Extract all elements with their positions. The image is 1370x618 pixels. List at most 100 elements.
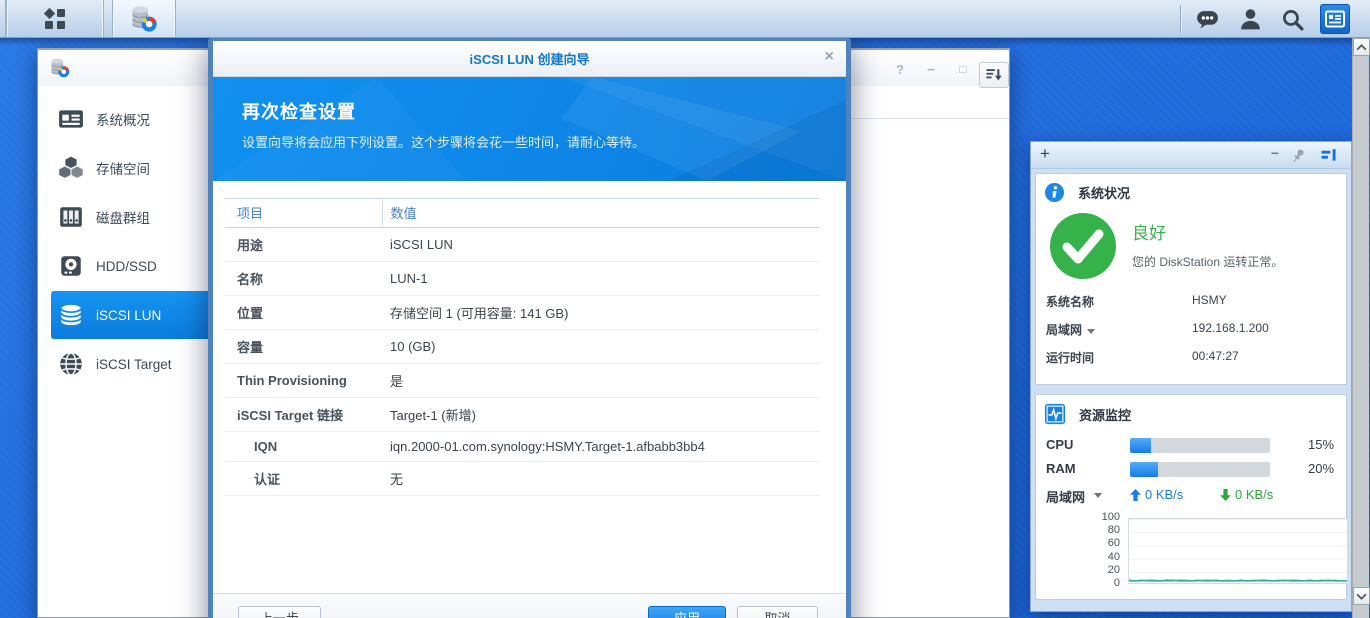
dropdown-caret-icon[interactable]: [1094, 493, 1102, 498]
chart-y-tick: 100: [1101, 511, 1120, 523]
taskbar: [0, 0, 1370, 38]
settings-table: 项目 数值 用途 iSCSI LUN 名称 LUN-1 位置 存储空间 1 (可…: [225, 198, 820, 496]
system-info-value: 00:47:27: [1192, 349, 1239, 363]
window-app-icon: [49, 57, 71, 79]
health-status-text: 良好: [1132, 224, 1166, 243]
settings-table-row[interactable]: 认证 无: [225, 461, 820, 496]
system-health-card: 系统状况 良好 您的 DiskStation 运转正常。 系统名称 HSMY 局…: [1035, 173, 1347, 385]
usage-meter-row: RAM 20%: [1046, 459, 1338, 483]
settings-table-row[interactable]: IQN iqn.2000-01.com.synology:HSMY.Target…: [225, 431, 820, 462]
dialog-title: iSCSI LUN 创建向导: [469, 52, 590, 67]
sidebar-item-label: iSCSI LUN: [96, 307, 162, 323]
settings-table-row[interactable]: 容量 10 (GB): [225, 329, 820, 364]
usage-meter-fill: [1130, 462, 1158, 477]
usage-meter-percent: 15%: [1308, 437, 1335, 452]
dsm-desktop: ? − □ × 系统概况 存储空间: [0, 0, 1370, 618]
chart-y-axis: 100 80 60 40 20 0: [1036, 511, 1120, 590]
sidebar-item-icon: [58, 204, 84, 230]
chat-icon: [1195, 7, 1220, 32]
sidebar-item[interactable]: iSCSI Target: [51, 340, 231, 388]
system-info-value: HSMY: [1192, 293, 1227, 307]
chevron-down-icon: [1356, 593, 1367, 600]
settings-table-row[interactable]: 用途 iSCSI LUN: [225, 227, 820, 262]
column-header-item[interactable]: 项目: [225, 198, 382, 228]
download-arrow-icon: [1220, 489, 1231, 501]
setting-item: 用途: [225, 227, 382, 262]
window-minimize-button[interactable]: −: [922, 63, 940, 76]
sort-icon: [984, 65, 1004, 85]
upload-arrow-icon: [1130, 489, 1141, 501]
lan-download-value: 0 KB/s: [1235, 487, 1274, 502]
setting-value: 存储空间 1 (可用容量: 141 GB): [382, 295, 820, 330]
window-maximize-button[interactable]: □: [954, 63, 972, 76]
dropdown-caret-icon[interactable]: [1087, 329, 1096, 334]
sidebar-item-label: 磁盘群组: [96, 211, 150, 226]
usage-meter-label: RAM: [1046, 461, 1076, 476]
dock-panel-icon[interactable]: [1320, 146, 1339, 165]
user-options-button[interactable]: [1234, 4, 1266, 34]
scroll-down-button[interactable]: [1353, 587, 1370, 605]
column-header-value[interactable]: 数值: [381, 198, 820, 228]
main-menu-button[interactable]: [6, 0, 104, 37]
system-health-title: 系统状况: [1078, 186, 1131, 201]
main-menu-grid-icon: [42, 6, 68, 32]
iscsi-lun-wizard-dialog: iSCSI LUN 创建向导 × 再次检查设置 设置向导将会应用下列设置。这个步…: [208, 38, 851, 618]
sidebar-item[interactable]: 磁盘群组: [51, 193, 231, 241]
widgets-toggle-button[interactable]: [1320, 4, 1350, 34]
usage-meter-bar: [1130, 462, 1270, 477]
setting-item: IQN: [225, 431, 382, 462]
system-info-row: 局域网 192.168.1.200: [1046, 321, 1338, 349]
lan-download: 0 KB/s: [1220, 487, 1273, 502]
lan-chart-lines: [1129, 579, 1347, 582]
info-icon: [1044, 182, 1065, 203]
setting-item: 容量: [225, 329, 382, 364]
sidebar-item[interactable]: 存储空间: [51, 144, 231, 192]
setting-value: 是: [382, 363, 820, 398]
apply-button[interactable]: 应用: [648, 606, 726, 618]
usage-meter-percent: 20%: [1308, 461, 1335, 476]
usage-meter-label: CPU: [1046, 437, 1074, 452]
chart-y-tick: 40: [1107, 550, 1120, 563]
settings-table-row[interactable]: Thin Provisioning 是: [225, 363, 820, 398]
sidebar-item-icon: [58, 253, 84, 279]
window-help-button[interactable]: ?: [891, 63, 909, 76]
sidebar-item[interactable]: iSCSI LUN: [51, 291, 231, 339]
back-button[interactable]: 上一步: [238, 606, 321, 618]
wizard-header: 再次检查设置 设置向导将会应用下列设置。这个步骤将会花一些时间，请耐心等待。: [213, 77, 846, 181]
desktop-scrollbar[interactable]: [1352, 38, 1370, 618]
sidebar-item-label: HDD/SSD: [96, 258, 157, 274]
system-info-row: 系统名称 HSMY: [1046, 293, 1338, 321]
scroll-up-button[interactable]: [1353, 38, 1370, 56]
resource-monitor-title: 资源监控: [1079, 407, 1132, 423]
storage-manager-icon: [129, 4, 159, 34]
sidebar-item[interactable]: HDD/SSD: [51, 242, 231, 290]
resource-monitor-icon: [1044, 403, 1066, 425]
collapse-panel-button[interactable]: −: [1271, 145, 1279, 161]
system-info-row: 运行时间 00:47:27: [1046, 349, 1338, 377]
lan-traffic-chart: [1128, 518, 1348, 584]
resource-monitor-card: 资源监控 CPU 15% RAM 20% 局域网 0 KB/s 0 KB/s 1…: [1035, 394, 1348, 600]
notifications-button[interactable]: [1191, 4, 1223, 34]
chart-y-tick: 60: [1107, 537, 1120, 550]
lan-label[interactable]: 局域网: [1046, 487, 1085, 506]
settings-table-row[interactable]: iSCSI Target 链接 Target-1 (新增): [225, 397, 820, 432]
cancel-button[interactable]: 取消: [737, 606, 818, 618]
dialog-titlebar[interactable]: iSCSI LUN 创建向导 ×: [213, 41, 846, 77]
chevron-up-icon: [1356, 44, 1367, 51]
setting-item: 位置: [225, 295, 382, 330]
setting-value: 无: [382, 461, 820, 496]
search-button[interactable]: [1276, 4, 1308, 34]
system-info-label: 运行时间: [1046, 351, 1095, 365]
dialog-close-icon[interactable]: ×: [825, 49, 834, 65]
pin-icon[interactable]: [1289, 146, 1308, 165]
lan-upload: 0 KB/s: [1130, 487, 1183, 502]
settings-table-row[interactable]: 名称 LUN-1: [225, 261, 820, 296]
sort-button[interactable]: [979, 62, 1009, 88]
add-widget-button[interactable]: +: [1040, 144, 1050, 164]
sidebar-item[interactable]: 系统概况: [51, 95, 231, 143]
storage-manager-taskbar-button[interactable]: [112, 0, 176, 37]
system-info-label: 局域网: [1046, 323, 1083, 337]
settings-table-row[interactable]: 位置 存储空间 1 (可用容量: 141 GB): [225, 295, 820, 330]
chart-y-tick: 80: [1107, 524, 1120, 537]
health-status-description: 您的 DiskStation 运转正常。: [1132, 255, 1284, 269]
